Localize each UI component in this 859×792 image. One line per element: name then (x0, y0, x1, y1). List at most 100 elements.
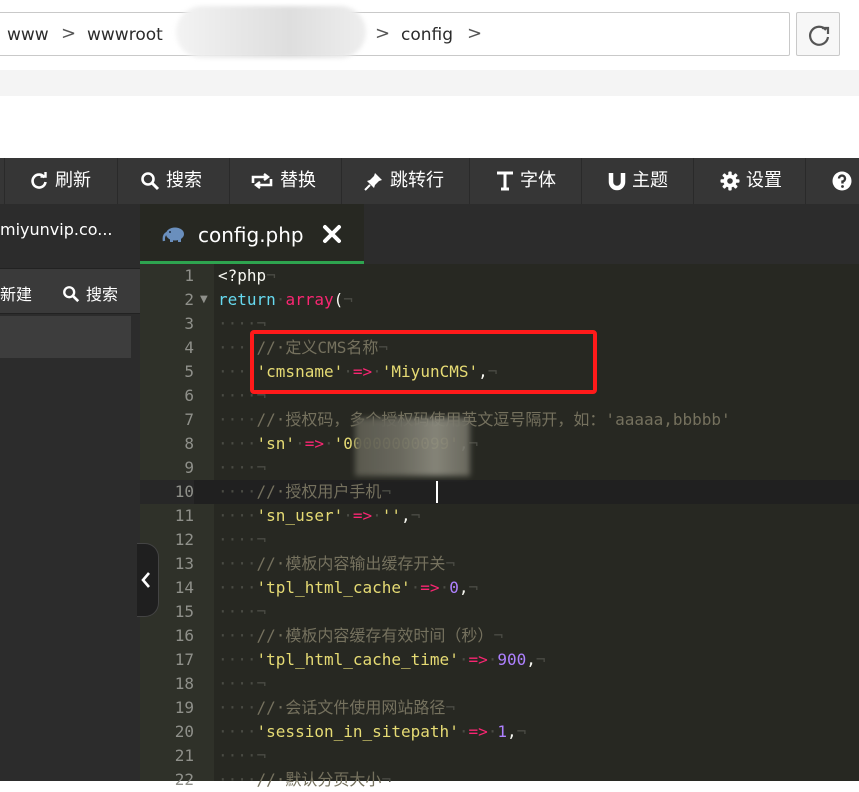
line-number: 5 (184, 362, 194, 381)
code-line[interactable]: 18 ····¬ (140, 672, 859, 696)
code-line[interactable]: 21 ····¬ (140, 744, 859, 768)
font-label: 字体 (520, 170, 556, 191)
code-line[interactable]: 12 ····¬ (140, 528, 859, 552)
help-icon (832, 171, 852, 191)
line-number: 20 (174, 722, 194, 741)
code-token: , (526, 650, 536, 669)
new-file-button[interactable]: 新建 (0, 281, 32, 305)
code-token: 'sn' (256, 434, 296, 453)
code-line[interactable]: 1 <?php¬ (140, 264, 859, 288)
line-code: ····'session_in_sitepath'·=>·1,¬ (218, 720, 526, 744)
code-token: //·模板内容输出缓存开关 (256, 554, 446, 573)
code-token: ···· (218, 698, 257, 717)
code-token: ···· (218, 410, 257, 429)
code-token: 'session_in_sitepath' (256, 722, 459, 741)
tab-config-php[interactable]: config.php (140, 204, 364, 264)
code-token: 'tpl_html_cache' (256, 578, 411, 597)
code-line[interactable]: 20 ····'session_in_sitepath'·=>·1,¬ (140, 720, 859, 744)
breadcrumb-config[interactable]: config (401, 25, 453, 45)
line-number: 2 (184, 290, 194, 309)
code-token: //·授权码，多个授权码使用英文逗号隔开，如：'aaaaa,bbbbb' (256, 410, 731, 429)
line-number: 8 (184, 434, 194, 453)
search-icon (63, 286, 80, 303)
code-line[interactable]: 9 ····¬ (140, 456, 859, 480)
site-name[interactable]: miyunvip.co... (0, 220, 138, 239)
close-icon[interactable] (322, 224, 342, 244)
code-line[interactable]: 19 ····//·会话文件使用网站路径¬ (140, 696, 859, 720)
line-number: 19 (174, 698, 194, 717)
line-code: ····¬ (218, 528, 266, 552)
theme-button[interactable]: 主题 (581, 158, 693, 204)
fold-toggle-icon[interactable]: ▼ (200, 288, 208, 312)
breadcrumb-wwwroot[interactable]: wwwroot (87, 25, 163, 45)
code-token: array (285, 290, 334, 309)
sidebar-search-button[interactable]: 搜索 (62, 281, 118, 305)
line-code: ····¬ (218, 456, 266, 480)
code-token: return (218, 290, 276, 309)
line-number: 7 (184, 410, 194, 429)
code-token: ···· (218, 434, 257, 453)
line-number: 9 (184, 458, 194, 477)
code-token: ···· (218, 578, 257, 597)
replace-button[interactable]: 替换 (229, 158, 341, 204)
code-token: ¬ (516, 722, 527, 741)
file-tree-item[interactable] (0, 316, 131, 358)
code-token: ····¬ (218, 458, 267, 477)
path-refresh-button[interactable] (796, 12, 840, 56)
line-code: ····//·授权码，多个授权码使用英文逗号隔开，如：'aaaaa,bbbbb' (218, 408, 731, 432)
line-number: 16 (174, 626, 194, 645)
code-token: => (420, 578, 440, 597)
settings-label: 设置 (746, 170, 782, 191)
code-line[interactable]: 7 ····//·授权码，多个授权码使用英文逗号隔开，如：'aaaaa,bbbbb… (140, 408, 859, 432)
code-line[interactable]: 15 ····¬ (140, 600, 859, 624)
refresh-icon (31, 172, 47, 189)
replace-label: 替换 (280, 170, 316, 191)
font-button[interactable]: 字体 (469, 158, 581, 204)
breadcrumb-separator: > (467, 23, 483, 44)
code-line[interactable]: 11 ····'sn_user'·=>·'',¬ (140, 504, 859, 528)
code-token: ···· (218, 722, 257, 741)
refresh-icon (808, 25, 830, 46)
sidebar-collapse-button[interactable] (137, 543, 159, 617)
code-token: '' (381, 506, 402, 525)
code-token: ¬ (343, 290, 353, 309)
code-token: , (401, 506, 411, 525)
code-token: ¬ (381, 770, 392, 789)
line-code: <?php¬ (218, 264, 276, 288)
code-line[interactable]: 16 ····//·模板内容缓存有效时间（秒）¬ (140, 624, 859, 648)
code-token: , (507, 722, 517, 741)
code-line[interactable]: 8····'sn'·=>·'00000000099',¬ (140, 432, 859, 456)
help-button[interactable] (805, 158, 859, 204)
code-token: 1 (497, 722, 508, 741)
code-line[interactable]: 2 ▼ return·array(¬ (140, 288, 859, 312)
line-number: 11 (174, 506, 194, 525)
breadcrumb-www[interactable]: www (7, 25, 49, 45)
code-token: ¬ (493, 626, 504, 645)
code-line[interactable]: 22 ····//·默认分页大小¬ (140, 768, 859, 792)
code-line[interactable]: 10 ····//·授权用户手机¬ (140, 480, 859, 504)
magnet-icon (608, 173, 626, 191)
tab-bar: config.php (140, 204, 859, 264)
goto-line-button[interactable]: 跳转行 (341, 158, 469, 204)
code-line[interactable]: 13 ····//·模板内容输出缓存开关¬ (140, 552, 859, 576)
chevron-left-icon (141, 572, 150, 588)
php-elephant-icon (162, 227, 184, 242)
code-token: <?php (218, 266, 267, 285)
line-code: ····//·会话文件使用网站路径¬ (218, 696, 455, 720)
code-token: ···· (218, 506, 257, 525)
refresh-button[interactable]: 刷新 (4, 158, 116, 204)
code-line[interactable]: 14 ····'tpl_html_cache'·=>·0,¬ (140, 576, 859, 600)
code-token: · (343, 506, 353, 525)
settings-button[interactable]: 设置 (693, 158, 805, 204)
line-number: 18 (174, 674, 194, 693)
code-token: ···· (218, 650, 257, 669)
line-number: 17 (174, 650, 194, 669)
code-token: 0 (449, 578, 459, 597)
code-token: ····¬ (218, 746, 267, 765)
code-line[interactable]: 17 ····'tpl_html_cache_time'·=>·900,¬ (140, 648, 859, 672)
search-button[interactable]: 搜索 (117, 158, 229, 204)
text-icon (497, 171, 513, 191)
tab-title: config.php (198, 223, 304, 247)
code-token: ···· (218, 626, 257, 645)
code-token: => (468, 650, 488, 669)
